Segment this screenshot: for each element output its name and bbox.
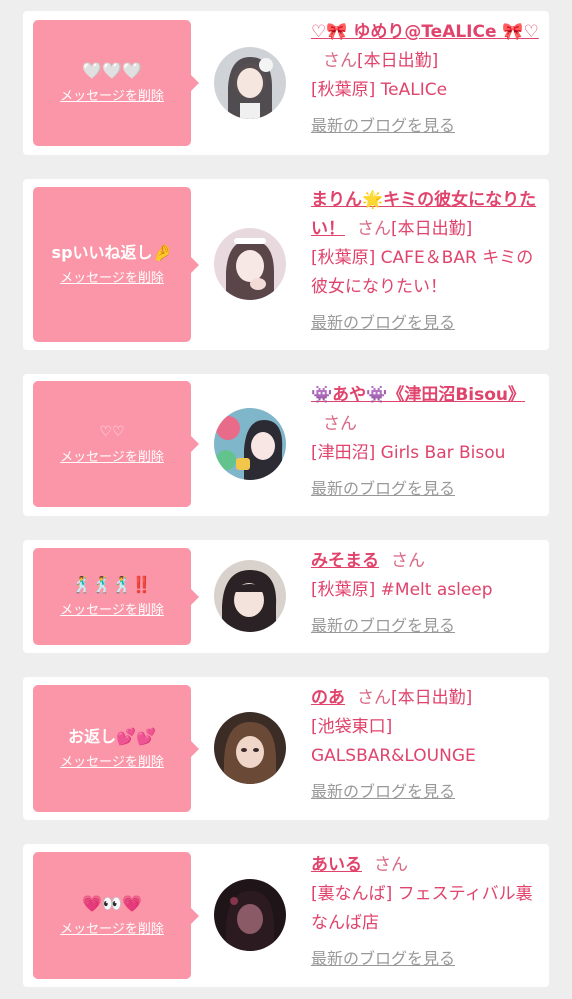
girl-photo-avatar-icon	[214, 47, 286, 119]
sender-info: 👾あや👾《津田沼Bisou》さん [津田沼] Girls Bar Bisou 最…	[311, 381, 541, 504]
latest-blog-link[interactable]: 最新のブログを見る	[311, 308, 455, 337]
message-bubble: 💗👀💗 メッセージを削除	[33, 852, 199, 979]
honorific: さん	[391, 551, 425, 571]
delete-message-link[interactable]: メッセージを削除	[60, 449, 164, 467]
girl-photo-avatar-icon	[214, 408, 286, 480]
girl-photo-avatar-icon	[214, 560, 286, 632]
shop-text: [秋葉原] TeALICe	[311, 80, 448, 100]
shop-text: [津田沼] Girls Bar Bisou	[311, 443, 506, 463]
message-card: ♡♡ メッセージを削除 👾あや👾《津田沼Bisou》さん [津田沼] Girls…	[23, 374, 549, 516]
message-card: 🕺🕺🕺‼️ メッセージを削除 みそまる さん [秋葉原] #Melt asleep…	[23, 540, 549, 653]
girl-photo-avatar-icon	[214, 879, 286, 951]
message-bubble: お返し💕💕 メッセージを削除	[33, 685, 199, 812]
girl-photo-avatar-icon	[214, 712, 286, 784]
sender-info: のあ さん[本日出勤] [池袋東口] GALSBAR&LOUNGE 最新のブログを…	[311, 684, 541, 807]
message-list: 🤍🤍🤍 メッセージを削除 ♡🎀 ゆめり@TeALICe 🎀♡さん[本日出勤] […	[0, 0, 572, 999]
avatar[interactable]	[214, 560, 286, 632]
honorific: さん	[323, 51, 357, 71]
avatar[interactable]	[214, 408, 286, 480]
message-text: お返し💕💕	[68, 726, 156, 746]
message-text: spいいね返し🤌	[51, 242, 173, 262]
shop-text: [池袋東口] GALSBAR&LOUNGE	[311, 717, 476, 766]
shop-text: [秋葉原] #Melt asleep	[311, 580, 493, 600]
status-text: [本日出勤]	[357, 51, 439, 71]
shop-text: [裏なんば] フェスティバル裏なんば店	[311, 884, 533, 933]
message-text: 💗👀💗	[82, 893, 142, 913]
message-text: 🤍🤍🤍	[82, 61, 142, 80]
message-bubble: 🤍🤍🤍 メッセージを削除	[33, 20, 199, 146]
status-text: [本日出勤]	[391, 219, 473, 239]
avatar[interactable]	[214, 228, 286, 300]
sender-name-link[interactable]: みそまる	[311, 551, 379, 571]
delete-message-link[interactable]: メッセージを削除	[60, 88, 164, 106]
message-card: 🤍🤍🤍 メッセージを削除 ♡🎀 ゆめり@TeALICe 🎀♡ さん[本日出勤] […	[23, 11, 549, 155]
avatar[interactable]	[214, 47, 286, 119]
latest-blog-link[interactable]: 最新のブログを見る	[311, 777, 455, 806]
status-text: [本日出勤]	[391, 688, 473, 708]
sender-name-link[interactable]: あいる	[311, 855, 362, 875]
sender-info: ♡🎀 ゆめり@TeALICe 🎀♡さん[本日出勤] [秋葉原] TeALICe …	[311, 18, 541, 141]
honorific: さん	[323, 414, 357, 434]
message-bubble: spいいね返し🤌 メッセージを削除	[33, 187, 199, 342]
latest-blog-link[interactable]: 最新のブログを見る	[311, 111, 455, 140]
latest-blog-link[interactable]: 最新のブログを見る	[311, 474, 455, 503]
delete-message-link[interactable]: メッセージを削除	[60, 921, 164, 939]
honorific: さん	[357, 219, 391, 239]
message-text: 🕺🕺🕺‼️	[72, 574, 152, 594]
honorific: さん	[374, 855, 408, 875]
message-card: 💗👀💗 メッセージを削除 あいる さん [裏なんば] フェスティバル裏なんば店 最…	[23, 844, 549, 987]
sender-info: あいる さん [裏なんば] フェスティバル裏なんば店 最新のブログを見る	[311, 851, 541, 974]
message-bubble: ♡♡ メッセージを削除	[33, 381, 199, 507]
sender-name-link[interactable]: のあ	[311, 688, 345, 708]
message-card: お返し💕💕 メッセージを削除 のあ さん[本日出勤] [池袋東口] GALSBAR…	[23, 677, 549, 820]
message-text: ♡♡	[99, 424, 125, 440]
sender-info: みそまる さん [秋葉原] #Melt asleep 最新のブログを見る	[311, 547, 541, 641]
sender-name-link[interactable]: ♡🎀 ゆめり@TeALICe 🎀♡	[311, 22, 539, 42]
latest-blog-link[interactable]: 最新のブログを見る	[311, 944, 455, 973]
sender-name-link[interactable]: 👾あや👾《津田沼Bisou》	[311, 385, 525, 405]
message-card: spいいね返し🤌 メッセージを削除 まりん🌟キミの彼女になりたい！ さん[本日出勤…	[23, 179, 549, 350]
sender-info: まりん🌟キミの彼女になりたい！ さん[本日出勤] [秋葉原] CAFE＆BAR キ…	[311, 186, 541, 338]
honorific: さん	[357, 688, 391, 708]
delete-message-link[interactable]: メッセージを削除	[60, 754, 164, 772]
avatar[interactable]	[214, 879, 286, 951]
avatar[interactable]	[214, 712, 286, 784]
shop-text: [秋葉原] CAFE＆BAR キミの彼女になりたい！	[311, 248, 534, 297]
delete-message-link[interactable]: メッセージを削除	[60, 602, 164, 620]
message-bubble: 🕺🕺🕺‼️ メッセージを削除	[33, 548, 199, 645]
girl-photo-avatar-icon	[214, 228, 286, 300]
delete-message-link[interactable]: メッセージを削除	[60, 270, 164, 288]
latest-blog-link[interactable]: 最新のブログを見る	[311, 611, 455, 640]
